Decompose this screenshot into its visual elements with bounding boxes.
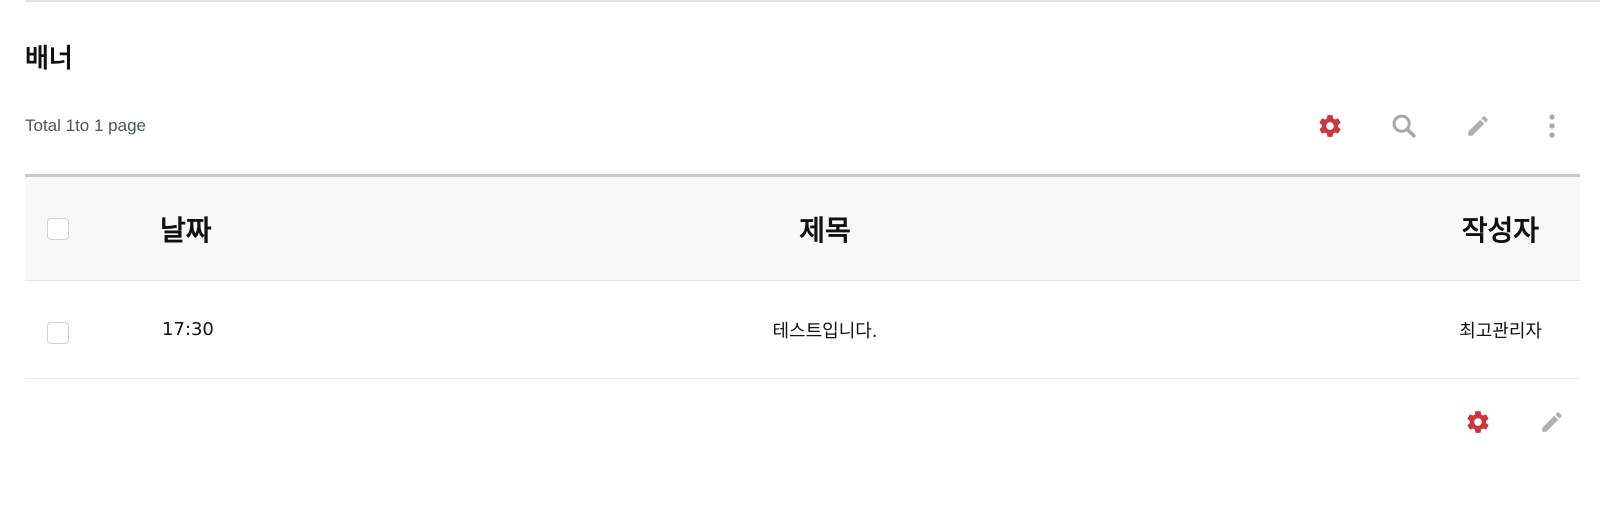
search-button[interactable] [1386,108,1422,144]
pagination-summary: Total 1to 1 page [25,116,146,135]
bottom-write-button[interactable] [1534,404,1570,440]
row-title-link[interactable]: 테스트입니다. [772,317,877,343]
row-title-cell: 테스트입니다. [585,281,1065,378]
table-header: 날짜 제목 작성자 [25,174,1580,281]
row-checkbox-cell [47,281,77,378]
row-date: 17:30 [162,319,214,340]
row-checkbox[interactable] [47,321,69,344]
column-header-author[interactable]: 작성자 [1462,209,1539,249]
top-divider [25,0,1600,2]
column-header-date[interactable]: 날짜 [160,209,212,249]
header-author-cell: 작성자 [1360,177,1560,280]
pencil-icon [1468,116,1488,136]
row-author-cell: 최고관리자 [1360,281,1560,378]
header-checkbox-cell [47,177,77,280]
more-vertical-icon [1549,114,1555,138]
write-button[interactable] [1460,108,1496,144]
column-header-title[interactable]: 제목 [799,209,851,249]
pencil-icon [1542,412,1562,432]
header-title-cell: 제목 [585,177,1065,280]
table-row: 17:30 테스트입니다. 최고관리자 [25,281,1580,379]
gear-icon [1467,411,1489,433]
header-date-cell: 날짜 [160,177,212,280]
select-all-checkbox[interactable] [47,217,69,240]
bottom-toolbar [1422,404,1570,440]
board-table: 날짜 제목 작성자 17:30 테스트입니다. 최고관리자 [25,174,1580,379]
row-date-cell: 17:30 [160,281,214,378]
page-title: 배너 [25,44,73,74]
row-author: 최고관리자 [1459,320,1542,342]
search-icon [1392,114,1416,138]
more-options-button[interactable] [1534,108,1570,144]
gear-icon [1319,115,1341,137]
settings-button[interactable] [1312,108,1348,144]
bottom-settings-button[interactable] [1460,404,1496,440]
list-toolbar [1274,108,1570,144]
